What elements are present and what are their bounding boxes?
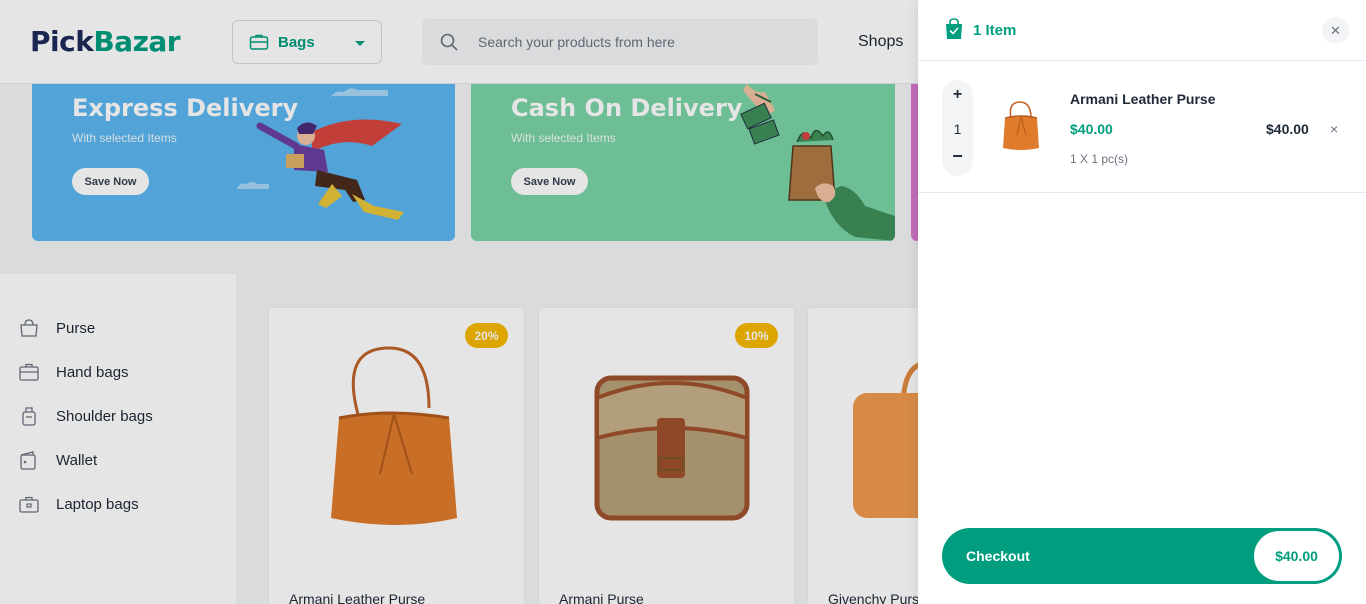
increment-button[interactable]: +: [942, 86, 973, 104]
checkout-total: $40.00: [1254, 531, 1339, 581]
checkout-label: Checkout: [966, 548, 1030, 564]
quantity-value: 1: [953, 121, 962, 137]
quantity-stepper: + 1 −: [942, 80, 973, 176]
cart-item-name: Armani Leather Purse: [1070, 91, 1216, 107]
cart-item-total: $40.00: [1266, 121, 1309, 137]
checkout-button[interactable]: Checkout $40.00: [942, 528, 1342, 584]
remove-item-button[interactable]: ×: [1330, 121, 1338, 137]
cart-item-price: $40.00: [1070, 121, 1113, 137]
decrement-button[interactable]: −: [942, 146, 973, 167]
cart-item-count: 1 Item: [973, 22, 1017, 39]
cart-item-image: [1003, 101, 1039, 150]
close-icon[interactable]: ✕: [1322, 17, 1349, 44]
cart-header: 1 Item ✕: [918, 0, 1366, 61]
cart-item-qty-detail: 1 X 1 pc(s): [1070, 152, 1129, 166]
cart-drawer: 1 Item ✕ + 1 − Armani Leather Purse $40.…: [918, 0, 1366, 604]
shopping-bag-icon: [945, 18, 963, 40]
cart-item: + 1 − Armani Leather Purse $40.00 1 X 1 …: [918, 62, 1366, 193]
drawer-backdrop[interactable]: [0, 0, 918, 604]
